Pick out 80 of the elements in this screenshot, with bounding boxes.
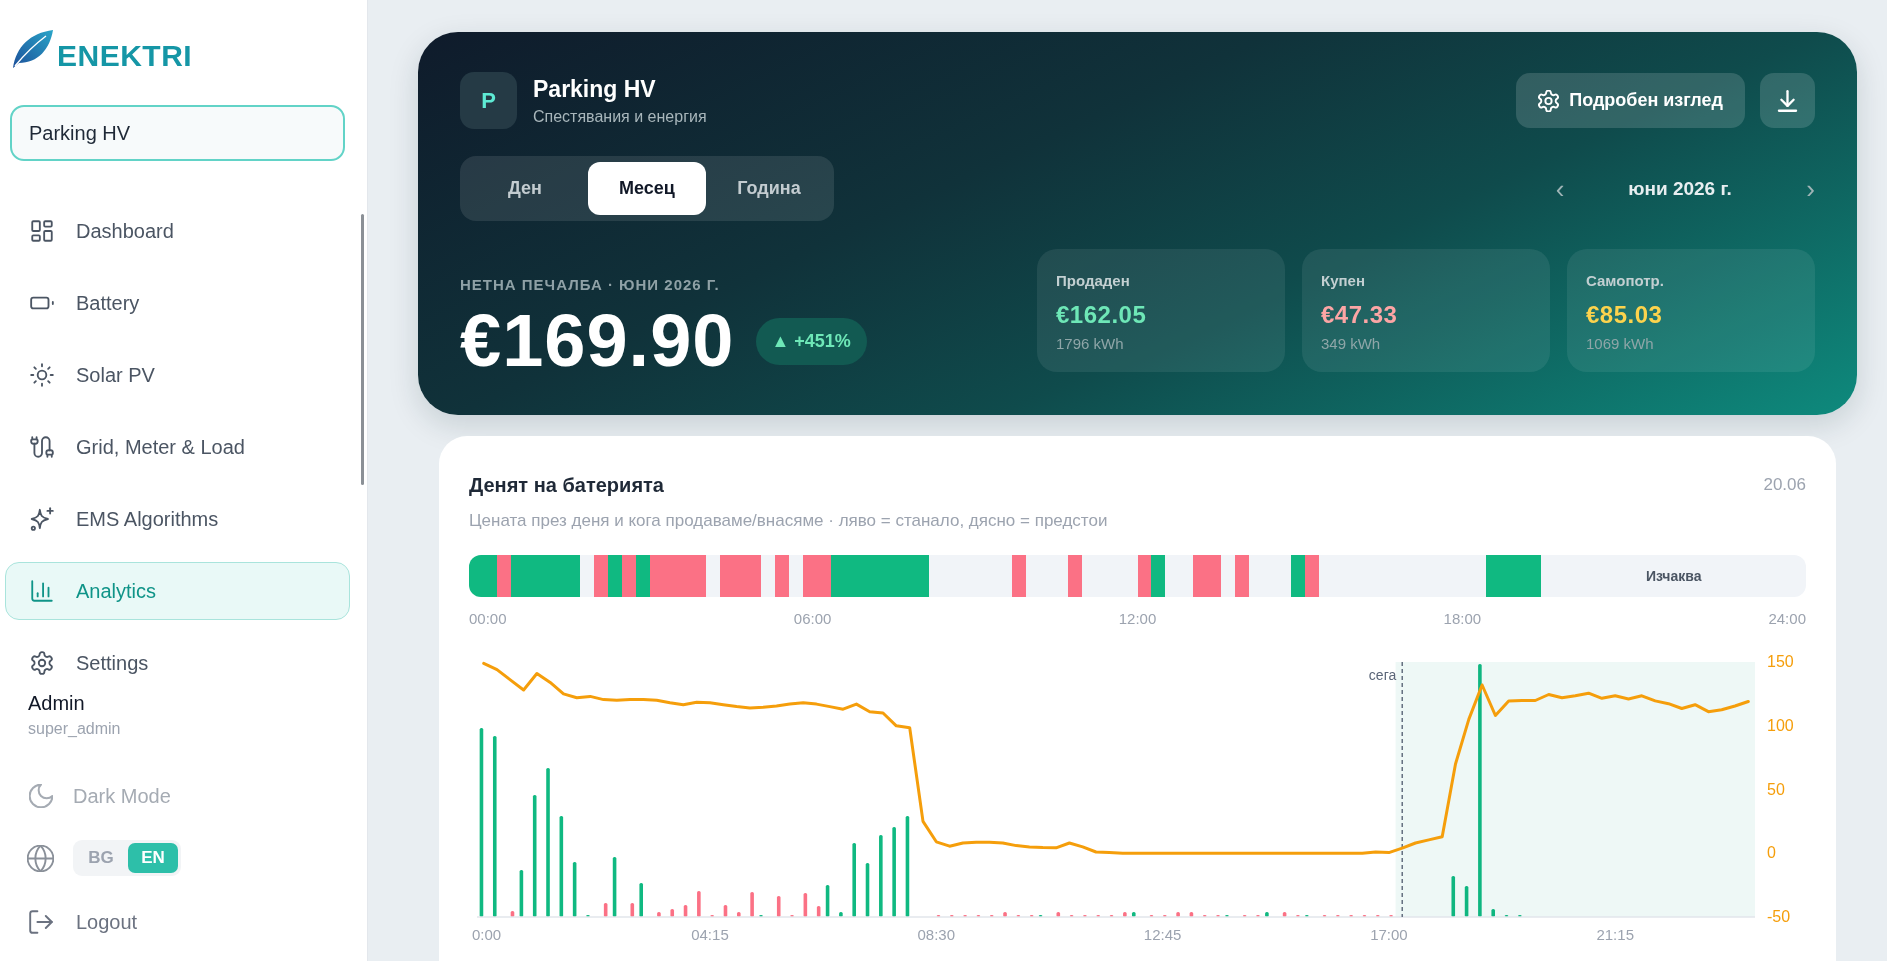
axis-label: 0 [1767, 844, 1776, 862]
axis-label: 50 [1767, 780, 1785, 798]
card-subtitle: Цената през деня и кога продаваме/внасяме · ляво = станало, дясно = предстои [469, 511, 1109, 531]
settings-icon [1538, 89, 1560, 112]
period-tab[interactable]: Месец [588, 162, 706, 215]
schedule-segment [775, 555, 790, 597]
period-tab[interactable]: Ден [466, 162, 584, 215]
nav-item[interactable]: Settings [5, 634, 350, 692]
net-profit-label: НЕТНА ПЕЧАЛБА · ЮНИ 2026 Г. [460, 275, 721, 295]
detail-view-button[interactable]: Подробен изглед [1516, 73, 1745, 128]
schedule-segment [1151, 555, 1166, 597]
card-date: 20.06 [1763, 475, 1806, 495]
stat-label: Самопотр. [1586, 272, 1665, 290]
stat-value: €162.05 [1056, 301, 1148, 329]
card-title: Денят на батерията [469, 473, 664, 497]
time-label: 12:00 [1118, 610, 1157, 628]
schedule-segment [622, 555, 637, 597]
schedule-segment [594, 555, 609, 597]
axis-label: 0:00 [472, 926, 502, 943]
sun-icon [29, 362, 55, 388]
settings-icon [29, 650, 55, 676]
schedule-segment [1012, 555, 1027, 597]
site-subtitle: Спестявания и енергия [533, 106, 707, 127]
logo-text: ENEKTRI [57, 43, 193, 69]
nav-item[interactable]: Solar PV [5, 346, 350, 404]
logout-icon [29, 910, 53, 934]
time-label: 00:00 [469, 610, 507, 628]
period-tab[interactable]: Година [710, 162, 828, 215]
stat-value: €47.33 [1321, 301, 1399, 329]
bar-chart-icon [29, 578, 55, 604]
previous-month-button[interactable]: ‹ [1545, 170, 1575, 207]
time-label: 24:00 [1768, 610, 1806, 628]
month-label: юни 2026 г. [1627, 177, 1733, 200]
time-label: 06:00 [793, 610, 832, 628]
cable-icon [29, 434, 55, 460]
user-name: Admin [28, 692, 86, 714]
axis-label: -50 [1767, 908, 1791, 925]
schedule-status: Изчаква [1645, 568, 1702, 584]
logout-button[interactable]: Logout [29, 902, 138, 942]
nav-item[interactable]: Grid, Meter & Load [5, 418, 350, 476]
scrollbar-thumb[interactable] [361, 214, 364, 485]
axis-label: 12:45 [1143, 926, 1182, 943]
site-title: Parking HV [533, 74, 657, 103]
leaf-icon [12, 29, 54, 69]
axis-label: 17:00 [1370, 926, 1408, 943]
schedule-segment [1235, 555, 1249, 597]
user-role: super_admin [28, 719, 122, 739]
dashboard-icon [29, 218, 55, 244]
schedule-segment [1290, 555, 1305, 597]
site-avatar: P [460, 72, 517, 129]
stat-value: €85.03 [1586, 301, 1664, 329]
stat-energy: 349 kWh [1321, 335, 1382, 353]
axis-label: 150 [1767, 653, 1794, 670]
globe-icon [27, 844, 54, 872]
nav-item[interactable]: Battery [5, 274, 350, 332]
axis-label: 04:15 [691, 926, 729, 943]
schedule-segment [719, 555, 762, 597]
site-field[interactable]: Parking HV [10, 105, 345, 161]
moon-icon [29, 784, 53, 808]
schedule-segment [1485, 555, 1542, 597]
download-icon [1777, 89, 1798, 112]
stat-energy: 1069 kWh [1586, 335, 1655, 353]
schedule-segment [1137, 555, 1152, 597]
nav-item[interactable]: EMS Algorithms [5, 490, 350, 548]
net-profit-value: €169.90 [460, 306, 735, 376]
sparkles-icon [29, 506, 55, 532]
change-badge: ▲ +451% [755, 317, 867, 365]
axis-label: 08:30 [917, 926, 956, 943]
stat-energy: 1796 kWh [1056, 335, 1125, 353]
stat-label: Продаден [1056, 272, 1131, 290]
axis-label: 100 [1767, 716, 1794, 734]
schedule-segment [1067, 555, 1082, 597]
stat-label: Купен [1321, 272, 1366, 290]
schedule-segment [1193, 555, 1222, 597]
nav-item[interactable]: Dashboard [5, 202, 350, 260]
schedule-segment [608, 555, 623, 597]
axis-label: 21:15 [1596, 926, 1634, 943]
time-label: 18:00 [1443, 610, 1482, 628]
download-button[interactable] [1760, 73, 1815, 128]
now-label: сега [1368, 667, 1397, 683]
